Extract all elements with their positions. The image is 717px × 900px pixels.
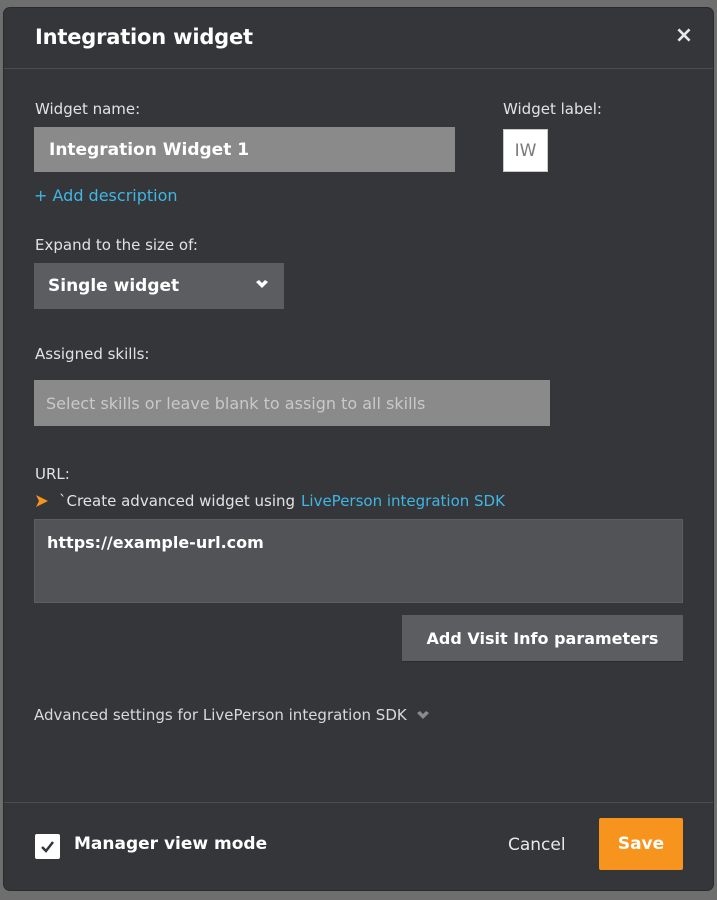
expand-size-label: Expand to the size of: <box>35 236 198 254</box>
url-textarea[interactable]: https://example-url.com <box>34 519 683 603</box>
widget-label-label: Widget label: <box>503 100 602 118</box>
dialog-header: Integration widget × <box>4 8 713 69</box>
sdk-hint: `Create advanced widget using LivePerson… <box>35 491 505 511</box>
manager-view-checkbox[interactable] <box>35 834 60 859</box>
assigned-skills-label: Assigned skills: <box>35 345 150 363</box>
advanced-settings-toggle[interactable]: Advanced settings for LivePerson integra… <box>34 706 430 724</box>
cancel-button[interactable]: Cancel <box>508 835 566 855</box>
skills-input[interactable]: Select skills or leave blank to assign t… <box>34 380 550 426</box>
integration-widget-dialog: Integration widget × Widget name: Integr… <box>4 8 713 890</box>
manager-view-label: Manager view mode <box>74 834 268 854</box>
sdk-link[interactable]: LivePerson integration SDK <box>301 492 505 510</box>
advanced-settings-label: Advanced settings for LivePerson integra… <box>34 706 407 724</box>
widget-label-input[interactable]: IW <box>503 129 548 172</box>
url-label: URL: <box>35 465 70 483</box>
expand-size-select[interactable]: Single widget <box>34 263 284 309</box>
add-description-link[interactable]: + Add description <box>34 186 178 205</box>
save-button[interactable]: Save <box>599 818 683 870</box>
arrow-right-icon <box>36 495 48 507</box>
widget-name-input[interactable]: Integration Widget 1 <box>34 127 455 172</box>
sdk-hint-text: `Create advanced widget using <box>59 492 296 510</box>
widget-name-label: Widget name: <box>35 100 141 118</box>
chevron-down-icon <box>256 280 268 288</box>
check-icon <box>41 841 54 853</box>
chevron-down-icon <box>416 711 429 719</box>
expand-size-value: Single widget <box>48 276 180 296</box>
add-visit-info-button[interactable]: Add Visit Info parameters <box>402 615 683 661</box>
dialog-footer: Manager view mode Cancel Save <box>4 802 713 890</box>
dialog-title: Integration widget <box>35 25 253 49</box>
close-icon[interactable]: × <box>673 25 695 47</box>
